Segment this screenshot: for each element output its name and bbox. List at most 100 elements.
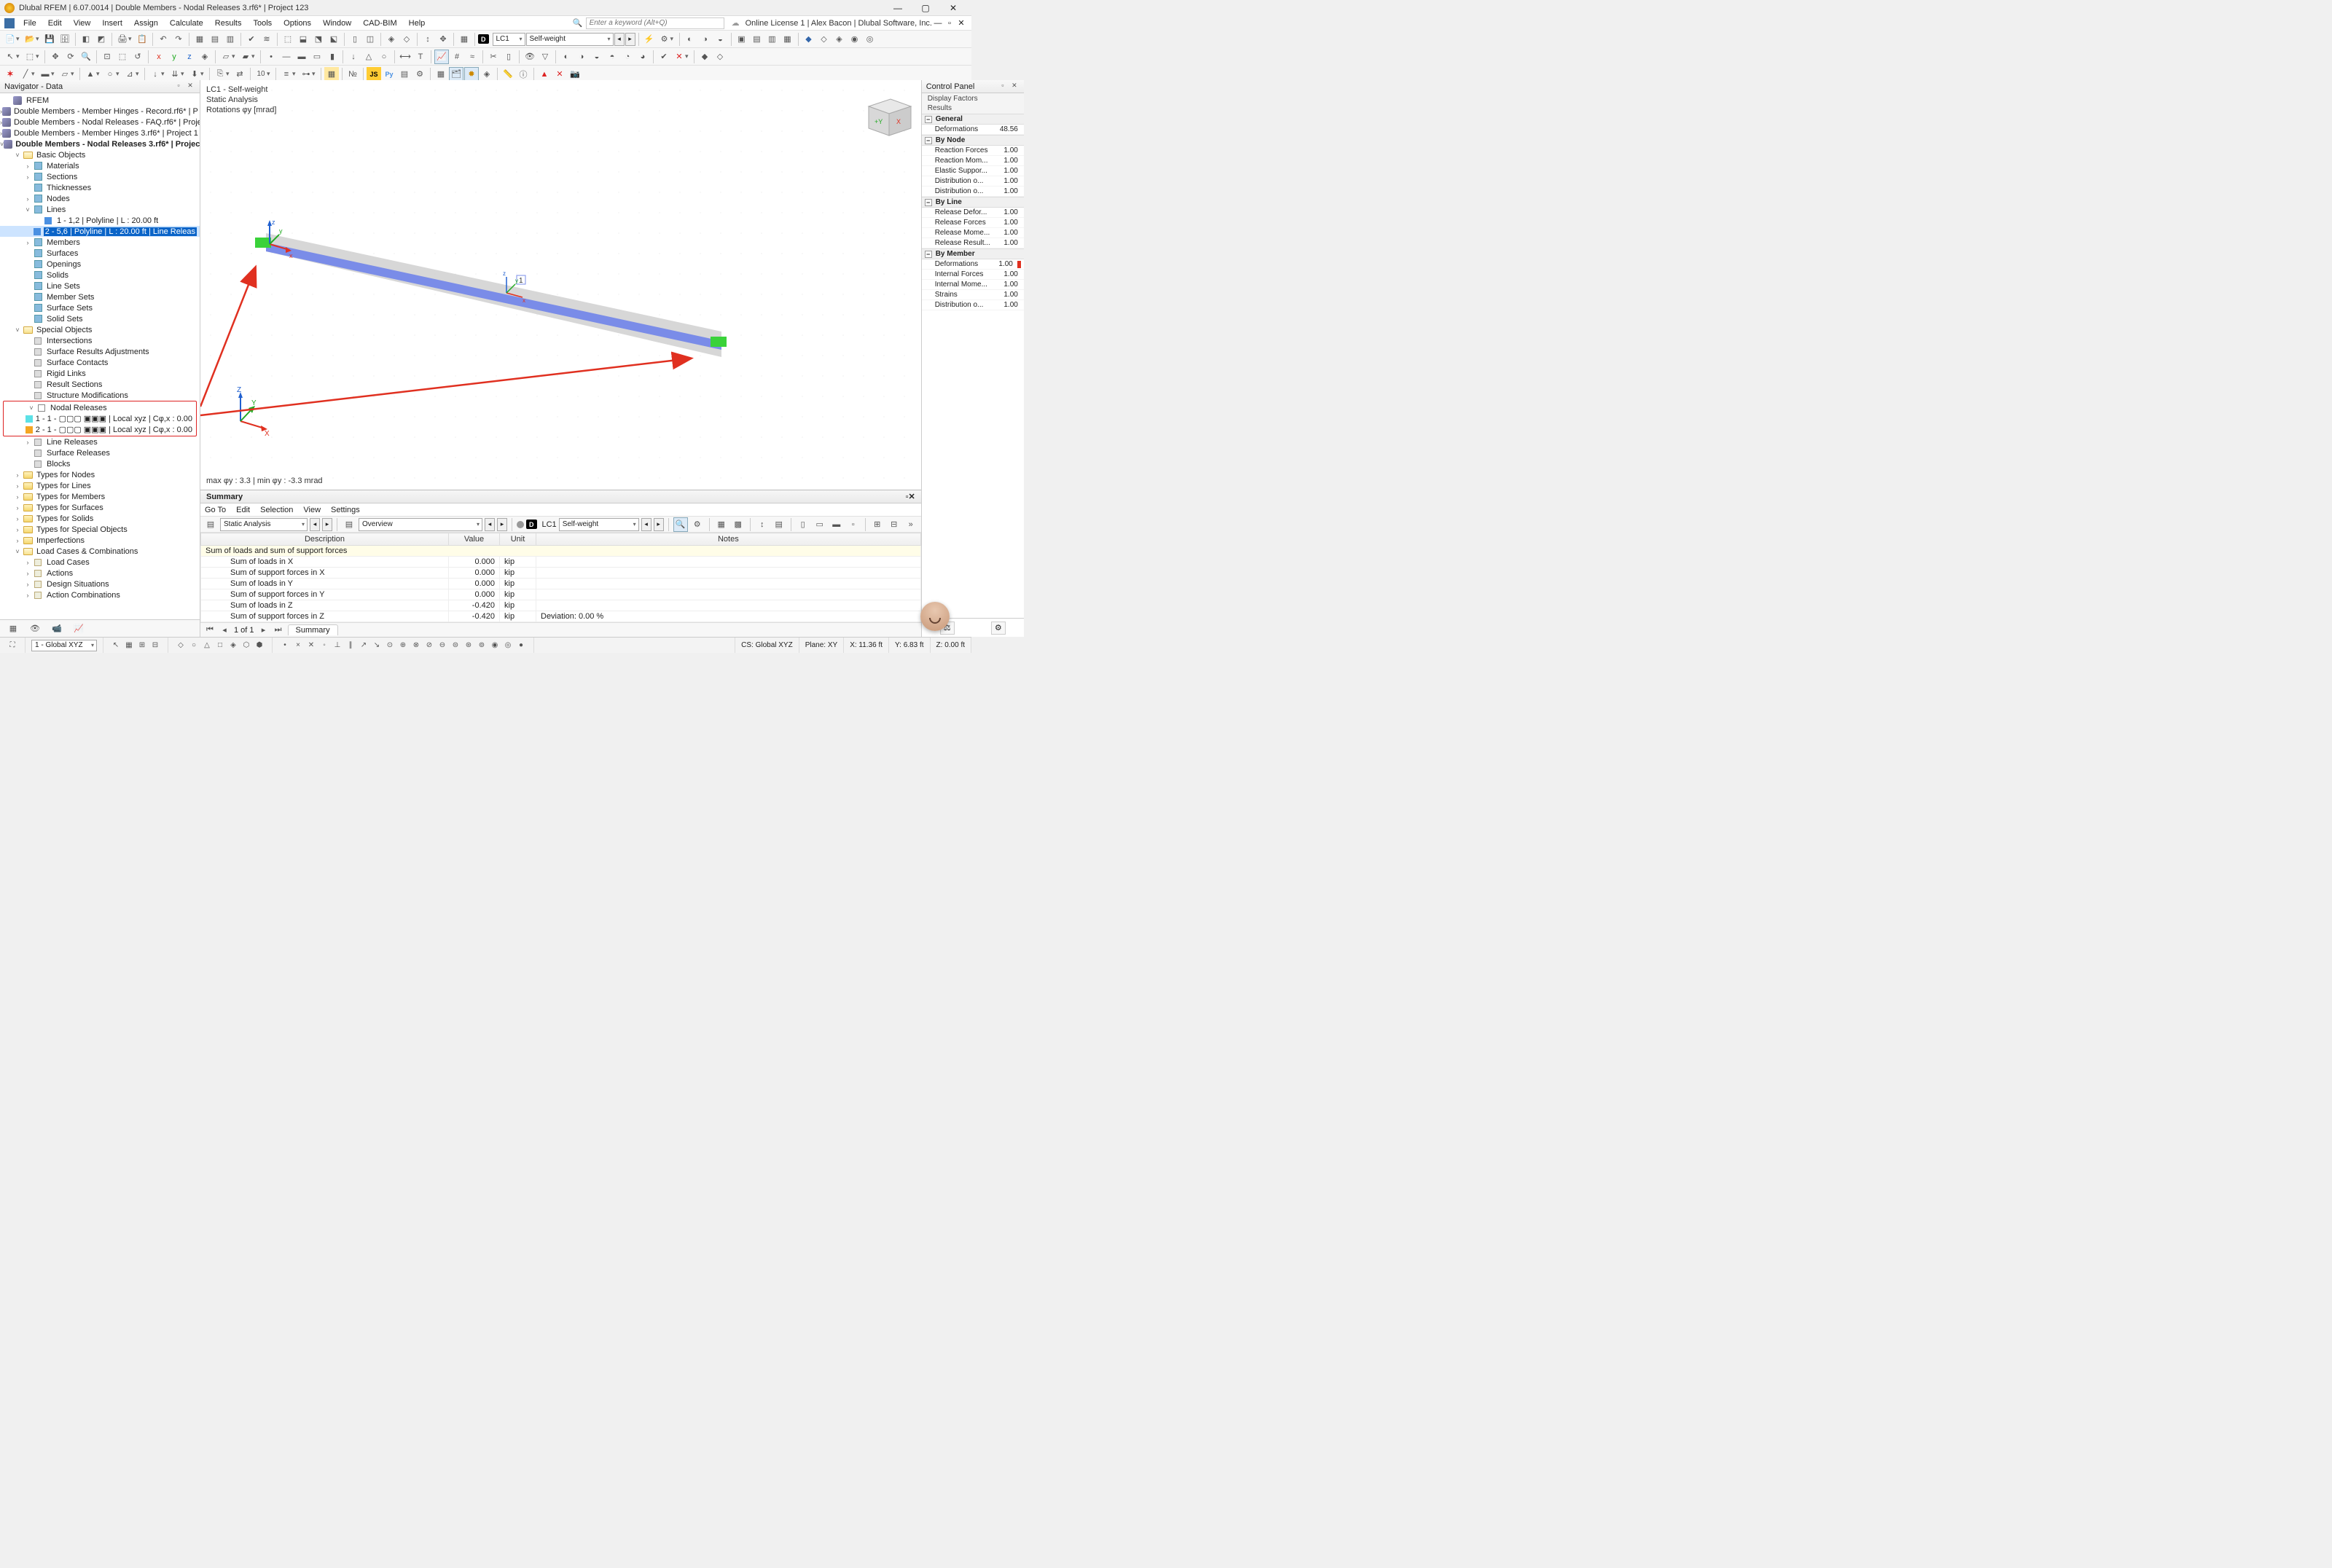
display-surfaces-button[interactable]: ▭	[310, 50, 324, 64]
minimize-button[interactable]: —	[884, 1, 912, 15]
tree-special-8[interactable]: Surface Releases	[0, 447, 200, 458]
model-check-button[interactable]: ✔	[244, 32, 259, 47]
move-button[interactable]: ✥	[48, 50, 63, 64]
addon-button-3[interactable]: ◈	[832, 32, 847, 47]
model-render[interactable]: 1 z x y Z X Y	[200, 80, 921, 490]
visibility-button[interactable]: 👁	[523, 50, 537, 64]
gx-tool-3[interactable]: ◒	[590, 50, 604, 64]
js-button[interactable]: JS	[367, 67, 381, 82]
display-members-button[interactable]: ▬	[294, 50, 309, 64]
undo-button[interactable]: ↶	[156, 32, 171, 47]
sb-osnap-9[interactable]: ⊙	[383, 640, 396, 651]
gx-tool-5[interactable]: ◔	[620, 50, 635, 64]
tree-basic-surfaces[interactable]: Surfaces	[0, 248, 200, 259]
new-member-button[interactable]: ▬	[38, 67, 52, 82]
sb-snap-4[interactable]: □	[214, 640, 227, 651]
summary-tool-10[interactable]: ▫	[846, 517, 861, 532]
show-all-button[interactable]: ⊡	[100, 50, 114, 64]
result-button-2[interactable]: ◑	[698, 32, 713, 47]
sb-osnap-13[interactable]: ⊖	[436, 640, 449, 651]
sb-snap-5[interactable]: ◈	[227, 640, 240, 651]
sb-osnap-10[interactable]: ⊕	[396, 640, 410, 651]
tree-types-5[interactable]: ›Types for Special Objects	[0, 524, 200, 535]
tree-types-2[interactable]: ›Types for Members	[0, 491, 200, 502]
sb-osnap-12[interactable]: ⊘	[423, 640, 436, 651]
sb-osnap-18[interactable]: ◎	[501, 640, 514, 651]
cp-factor-row[interactable]: Internal Mome...1.00	[922, 280, 1024, 290]
cp-float-button[interactable]: ▫	[998, 82, 1008, 92]
menu-help[interactable]: Help	[403, 19, 431, 28]
summary-list-button[interactable]: ▤	[342, 517, 356, 532]
hinges-button[interactable]: ○	[377, 50, 391, 64]
col-notes[interactable]: Notes	[536, 533, 921, 546]
summary-more[interactable]: »	[904, 517, 918, 532]
grid-button[interactable]: ▦	[192, 32, 207, 47]
print-button[interactable]: 🖨	[115, 32, 130, 47]
open-button[interactable]: 📂	[23, 32, 37, 47]
summary-menu-view[interactable]: View	[303, 506, 321, 514]
nav-tab-views[interactable]: 📹	[48, 622, 66, 635]
cp-factor-row[interactable]: Distribution o...1.00	[922, 176, 1024, 187]
summary-menu-goto[interactable]: Go To	[205, 506, 226, 514]
summary-row[interactable]: Sum of support forces in Y0.000kip	[201, 589, 921, 600]
tree-nodal-0[interactable]: 1 - 1 - ▢▢▢ ▣▣▣ | Local xyz | Cφ,x : 0.0…	[4, 413, 196, 424]
filter-button[interactable]: ▽	[538, 50, 552, 64]
support-left[interactable]	[255, 238, 271, 248]
page-first[interactable]: ⏮	[205, 625, 215, 635]
tree-special-4[interactable]: Result Sections	[0, 379, 200, 390]
cp-factor-row[interactable]: Distribution o...1.00	[922, 187, 1024, 197]
tree-basic-nodes[interactable]: ›Nodes	[0, 193, 200, 204]
tree-basic-openings[interactable]: Openings	[0, 259, 200, 270]
summary-analysis-combo[interactable]: Static Analysis	[220, 518, 308, 531]
summary-close-button[interactable]: ✕	[908, 492, 915, 501]
menu-cadbim[interactable]: CAD-BIM	[357, 19, 402, 28]
summary-overview-next[interactable]: ▸	[497, 518, 507, 531]
result-button-1[interactable]: ◐	[683, 32, 697, 47]
tree-special-9[interactable]: Blocks	[0, 458, 200, 469]
sb-snap-6[interactable]: ⬡	[240, 640, 253, 651]
menu-window[interactable]: Window	[317, 19, 357, 28]
page-last[interactable]: ⏭	[273, 625, 283, 635]
new-model-button[interactable]: 📄	[3, 32, 17, 47]
menu-tools[interactable]: Tools	[247, 19, 278, 28]
sb-osnap-3[interactable]: ✕	[305, 640, 318, 651]
tree-basic-solid sets[interactable]: Solid Sets	[0, 313, 200, 324]
view-tool-2[interactable]: ⬓	[296, 32, 310, 47]
report-button[interactable]: 📋	[135, 32, 149, 47]
tree-types-0[interactable]: ›Types for Nodes	[0, 469, 200, 480]
panel-close-button[interactable]: ✕	[185, 82, 195, 92]
support-button[interactable]: ▲	[83, 67, 98, 82]
tree-line-0[interactable]: 1 - 1,2 | Polyline | L : 20.00 ft	[0, 215, 200, 226]
load-node-button[interactable]: ↓	[148, 67, 163, 82]
menu-edit[interactable]: Edit	[42, 19, 68, 28]
col-description[interactable]: Description	[201, 533, 449, 546]
sb-osnap-11[interactable]: ⊗	[410, 640, 423, 651]
clip-button[interactable]: ✂	[486, 50, 501, 64]
render-wire-button[interactable]: ▱	[219, 50, 233, 64]
sb-osnap-1[interactable]: •	[278, 640, 292, 651]
zoom-window-button[interactable]: ⬚	[115, 50, 130, 64]
summary-row[interactable]: Sum of loads in Y0.000kip	[201, 579, 921, 589]
cp-factor-row[interactable]: Release Defor...1.00	[922, 208, 1024, 218]
hinge-button[interactable]: ○	[103, 67, 117, 82]
summary-table[interactable]: Description Value Unit Notes Sum of load…	[200, 533, 921, 622]
summary-analysis-prev[interactable]: ◂	[310, 518, 320, 531]
tool-d[interactable]: ▦	[780, 32, 795, 47]
sb-coord-system-combo[interactable]: 1 - Global XYZ	[31, 640, 97, 651]
tree-basic-sections[interactable]: ›Sections	[0, 171, 200, 182]
summary-tool-3[interactable]: ▦	[714, 517, 729, 532]
select-special-button[interactable]: ⬚	[23, 50, 37, 64]
loads-button[interactable]: ↓	[346, 50, 361, 64]
tool-c[interactable]: ▥	[765, 32, 780, 47]
script-button[interactable]: ◩	[94, 32, 109, 47]
mdi-minimize[interactable]: —	[932, 19, 944, 28]
nav-mode-button[interactable]: ↕	[420, 32, 435, 47]
console-button[interactable]: ▤	[397, 67, 412, 82]
plausibility-button[interactable]: ≋	[259, 32, 274, 47]
lc-next-button[interactable]: ▸	[625, 33, 635, 46]
app-menu-icon[interactable]	[4, 18, 15, 28]
cp-factor-row[interactable]: Release Result...1.00	[922, 238, 1024, 248]
mirror-button[interactable]: ⇄	[232, 67, 247, 82]
nav-views-button[interactable]: ◈	[480, 67, 494, 82]
tree-special-3[interactable]: Rigid Links	[0, 368, 200, 379]
